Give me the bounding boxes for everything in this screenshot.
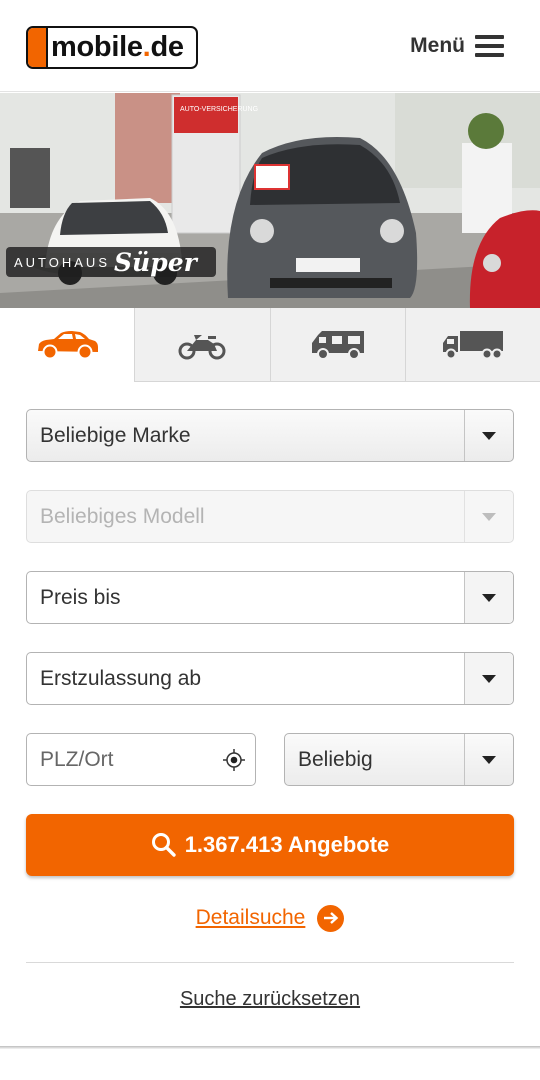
mobile-de-logo[interactable]: mobile.de [26,26,198,69]
car-icon [38,331,99,359]
price-dropdown-toggle[interactable] [464,572,513,623]
tab-truck[interactable] [405,308,540,382]
search-offers-button[interactable]: 1.367.413 Angebote [26,814,514,876]
tab-car[interactable] [0,308,136,382]
logo-mark [28,28,48,67]
reset-search-link[interactable]: Suche zurücksetzen [180,988,360,1010]
motorcycle-icon [178,334,226,359]
motorhome-icon [311,330,364,360]
price-max-value: Preis bis [40,585,121,609]
make-select-value: Beliebige Marke [40,423,191,447]
dealer-prefix: AUTOHAUS [14,254,110,270]
search-offers-label: 1.367.413 Angebote [184,832,390,857]
crosshair-location-icon [223,748,245,771]
first-registration-select[interactable]: Erstzulassung ab [26,652,514,705]
truck-icon [442,330,503,359]
model-select: Beliebiges Modell [26,490,514,543]
model-select-value: Beliebiges Modell [40,504,205,528]
first-registration-dropdown-toggle[interactable] [464,653,513,704]
radius-value: Beliebig [298,747,373,771]
chevron-down-icon [482,593,496,602]
zip-location-input[interactable] [27,734,213,785]
locate-button[interactable] [213,734,255,785]
make-select[interactable]: Beliebige Marke [26,409,514,462]
top-bar: mobile.de Menü [0,0,540,92]
detail-search-link[interactable]: Detailsuche [196,906,306,930]
chevron-down-icon [482,755,496,764]
zip-location-field[interactable] [26,733,256,786]
logo-text: mobile.de [51,31,184,63]
first-registration-value: Erstzulassung ab [40,666,202,690]
tab-motorhome[interactable] [270,308,406,382]
radius-dropdown-toggle[interactable] [464,734,513,785]
dealer-brand-banner: AUTOHAUS Süper [6,247,216,277]
price-max-select[interactable]: Preis bis [26,571,514,624]
detail-search-row: Detailsuche [0,901,540,935]
vehicle-type-tabs [0,308,540,382]
svg-text:AUTO-VERSICHERUNG: AUTO-VERSICHERUNG [180,106,258,113]
chevron-down-icon [482,512,496,521]
hamburger-icon [475,35,504,57]
dealer-name: Süper [114,247,197,277]
make-dropdown-toggle[interactable] [464,410,513,461]
hero-banner[interactable]: AUTO-VERSICHERUNG AUTOHAUS Süper [0,93,540,308]
chevron-down-icon [482,674,496,683]
search-icon [151,833,176,857]
arrow-right-circle-icon[interactable] [317,904,345,932]
tab-motorcycle[interactable] [135,308,271,382]
reset-row: Suche zurücksetzen [0,988,540,1011]
arrow-right-icon [323,912,339,924]
panel-bottom-edge [0,1046,540,1049]
radius-select[interactable]: Beliebig [284,733,514,786]
menu-button[interactable]: Menü [410,30,504,62]
menu-label: Menü [410,34,465,57]
chevron-down-icon [482,431,496,440]
divider [26,962,514,963]
model-dropdown-toggle [464,491,513,542]
